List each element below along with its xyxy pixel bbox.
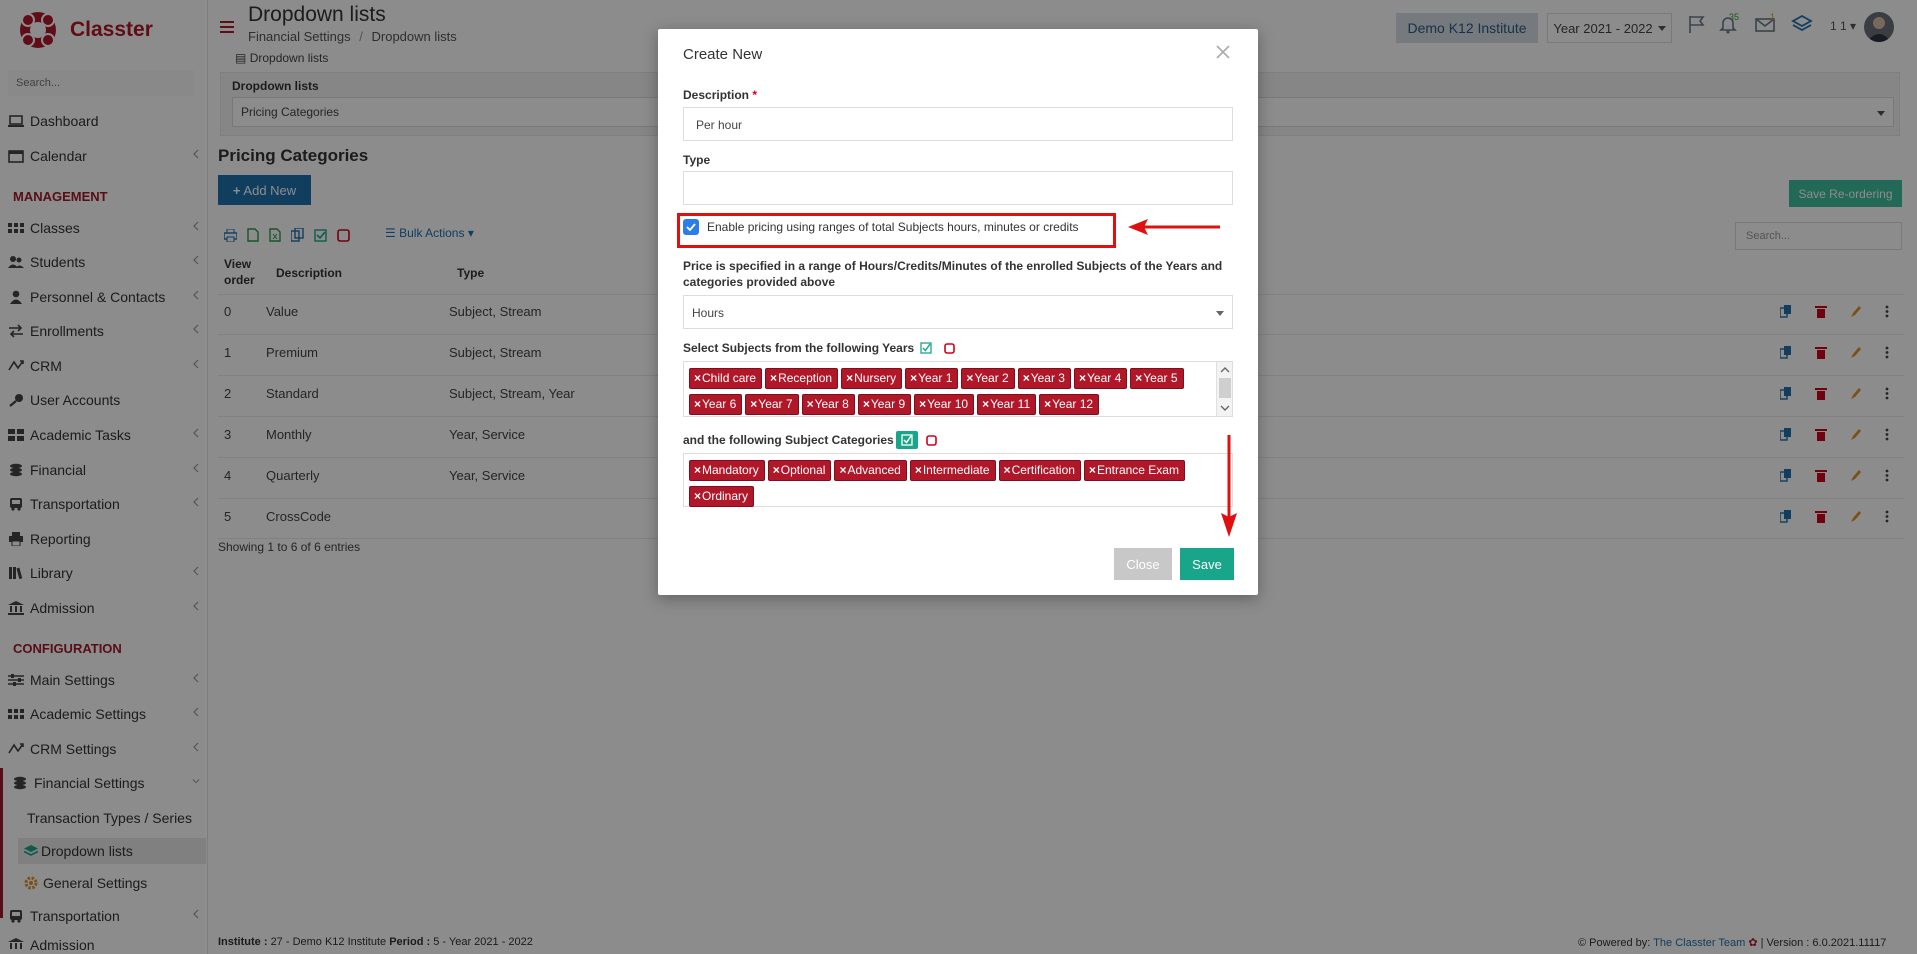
year-tag[interactable]: ×Child care xyxy=(689,368,763,389)
years-scrollbar[interactable] xyxy=(1216,362,1232,416)
remove-tag-icon[interactable]: × xyxy=(919,397,926,411)
price-range-label: Price is specified in a range of Hours/C… xyxy=(683,259,1223,289)
year-tag[interactable]: ×Year 3 xyxy=(1017,368,1071,389)
year-tag-label: Year 9 xyxy=(870,397,906,411)
remove-tag-icon[interactable]: × xyxy=(966,371,973,385)
categories-label: and the following Subject Categories xyxy=(683,431,937,449)
type-label: Type xyxy=(683,153,711,167)
price-unit-select[interactable]: Hours xyxy=(683,295,1233,329)
remove-tag-icon[interactable]: × xyxy=(1004,463,1011,477)
category-tag[interactable]: ×Intermediate xyxy=(909,460,996,481)
remove-tag-icon[interactable]: × xyxy=(1079,371,1086,385)
remove-tag-icon[interactable]: × xyxy=(846,371,853,385)
remove-tag-icon[interactable]: × xyxy=(863,397,870,411)
type-input[interactable] xyxy=(683,171,1233,205)
year-tag[interactable]: ×Year 11 xyxy=(977,394,1037,415)
year-tag-label: Year 1 xyxy=(918,371,953,385)
year-tag-label: Nursery xyxy=(854,371,897,385)
category-tag-label: Entrance Exam xyxy=(1096,463,1179,477)
scrollbar-thumb[interactable] xyxy=(1219,378,1231,398)
year-tag[interactable]: ×Year 10 xyxy=(914,394,975,415)
category-tag[interactable]: ×Optional xyxy=(767,460,832,481)
description-input[interactable]: Per hour xyxy=(683,107,1233,141)
remove-tag-icon[interactable]: × xyxy=(770,371,777,385)
close-button[interactable]: Close xyxy=(1114,548,1172,580)
save-button[interactable]: Save xyxy=(1180,548,1234,580)
years-tag-box[interactable]: ×Child care ×Reception ×Nursery ×Year 1 ×Yea… xyxy=(683,361,1233,417)
year-tag-label: Year 6 xyxy=(702,397,737,411)
years-label-text: Select Subjects from the following Years xyxy=(683,341,915,355)
year-tag-label: Year 2 xyxy=(974,371,1009,385)
year-tag[interactable]: ×Year 5 xyxy=(1130,368,1184,389)
remove-tag-icon[interactable]: × xyxy=(1089,463,1096,477)
year-tag-label: Year 10 xyxy=(927,397,969,411)
categories-tag-box[interactable]: ×Mandatory ×Optional ×Advanced ×Intermediat… xyxy=(683,453,1233,507)
year-tag[interactable]: ×Year 7 xyxy=(745,394,799,415)
description-label-text: Description xyxy=(683,88,750,102)
remove-tag-icon[interactable]: × xyxy=(750,397,757,411)
remove-tag-icon[interactable]: × xyxy=(910,371,917,385)
year-tag-label: Year 4 xyxy=(1087,371,1122,385)
year-tag-label: Child care xyxy=(702,371,757,385)
category-tag-label: Mandatory xyxy=(702,463,759,477)
year-tag-label: Year 11 xyxy=(990,397,1031,411)
year-tag[interactable]: ×Year 8 xyxy=(801,394,855,415)
arrow-left-annotation-icon xyxy=(1128,219,1220,235)
scroll-down-icon[interactable] xyxy=(1217,402,1233,414)
description-label: Description * xyxy=(683,88,757,102)
year-tag[interactable]: ×Nursery xyxy=(841,368,903,389)
year-tag-label: Year 5 xyxy=(1143,371,1178,385)
year-tag[interactable]: ×Year 2 xyxy=(961,368,1015,389)
year-tag[interactable]: ×Year 12 xyxy=(1039,394,1100,415)
dialog-title: Create New xyxy=(683,46,763,63)
scroll-up-icon[interactable] xyxy=(1217,364,1233,376)
deselect-all-icon[interactable] xyxy=(944,342,955,354)
year-tag[interactable]: ×Year 4 xyxy=(1073,368,1128,389)
remove-tag-icon[interactable]: × xyxy=(694,463,701,477)
remove-tag-icon[interactable]: × xyxy=(839,463,846,477)
year-tag[interactable]: ×Year 6 xyxy=(689,394,743,415)
price-unit-value: Hours xyxy=(692,306,725,320)
category-tag-label: Ordinary xyxy=(702,489,749,503)
category-tag[interactable]: ×Advanced xyxy=(834,460,907,481)
remove-tag-icon[interactable]: × xyxy=(694,489,701,503)
category-tag[interactable]: ×Entrance Exam xyxy=(1083,460,1185,481)
category-tag-label: Optional xyxy=(780,463,826,477)
year-tag-label: Year 3 xyxy=(1030,371,1065,385)
remove-tag-icon[interactable]: × xyxy=(694,397,701,411)
close-icon[interactable] xyxy=(1216,45,1230,59)
select-all-icon[interactable] xyxy=(920,342,932,354)
category-tag-label: Certification xyxy=(1011,463,1075,477)
remove-tag-icon[interactable]: × xyxy=(1135,371,1142,385)
category-tag[interactable]: ×Ordinary xyxy=(689,486,755,507)
year-tag[interactable]: ×Year 9 xyxy=(857,394,912,415)
remove-tag-icon[interactable]: × xyxy=(982,397,989,411)
highlight-box xyxy=(677,213,1116,248)
categories-label-text: and the following Subject Categories xyxy=(683,433,894,447)
year-tag-label: Year 12 xyxy=(1052,397,1094,411)
select-all-icon[interactable] xyxy=(895,431,918,449)
create-new-dialog: Create New Description * Per hour Type E… xyxy=(658,29,1258,595)
remove-tag-icon[interactable]: × xyxy=(1044,397,1051,411)
year-tag-label: Year 8 xyxy=(814,397,849,411)
remove-tag-icon[interactable]: × xyxy=(694,371,701,385)
caret-down-icon xyxy=(1216,311,1224,316)
category-tag-label: Advanced xyxy=(847,463,901,477)
remove-tag-icon[interactable]: × xyxy=(1023,371,1030,385)
remove-tag-icon[interactable]: × xyxy=(915,463,922,477)
deselect-all-icon[interactable] xyxy=(925,434,937,446)
required-mark: * xyxy=(752,88,758,102)
year-tag-label: Reception xyxy=(778,371,833,385)
arrow-down-annotation-icon xyxy=(1221,435,1237,537)
year-tag[interactable]: ×Reception xyxy=(765,368,839,389)
remove-tag-icon[interactable]: × xyxy=(807,397,814,411)
year-tag-label: Year 7 xyxy=(758,397,793,411)
years-label: Select Subjects from the following Years xyxy=(683,341,955,355)
remove-tag-icon[interactable]: × xyxy=(773,463,780,477)
year-tag[interactable]: ×Year 1 xyxy=(905,368,959,389)
category-tag[interactable]: ×Certification xyxy=(998,460,1081,481)
category-tag-label: Intermediate xyxy=(922,463,990,477)
category-tag[interactable]: ×Mandatory xyxy=(689,460,765,481)
